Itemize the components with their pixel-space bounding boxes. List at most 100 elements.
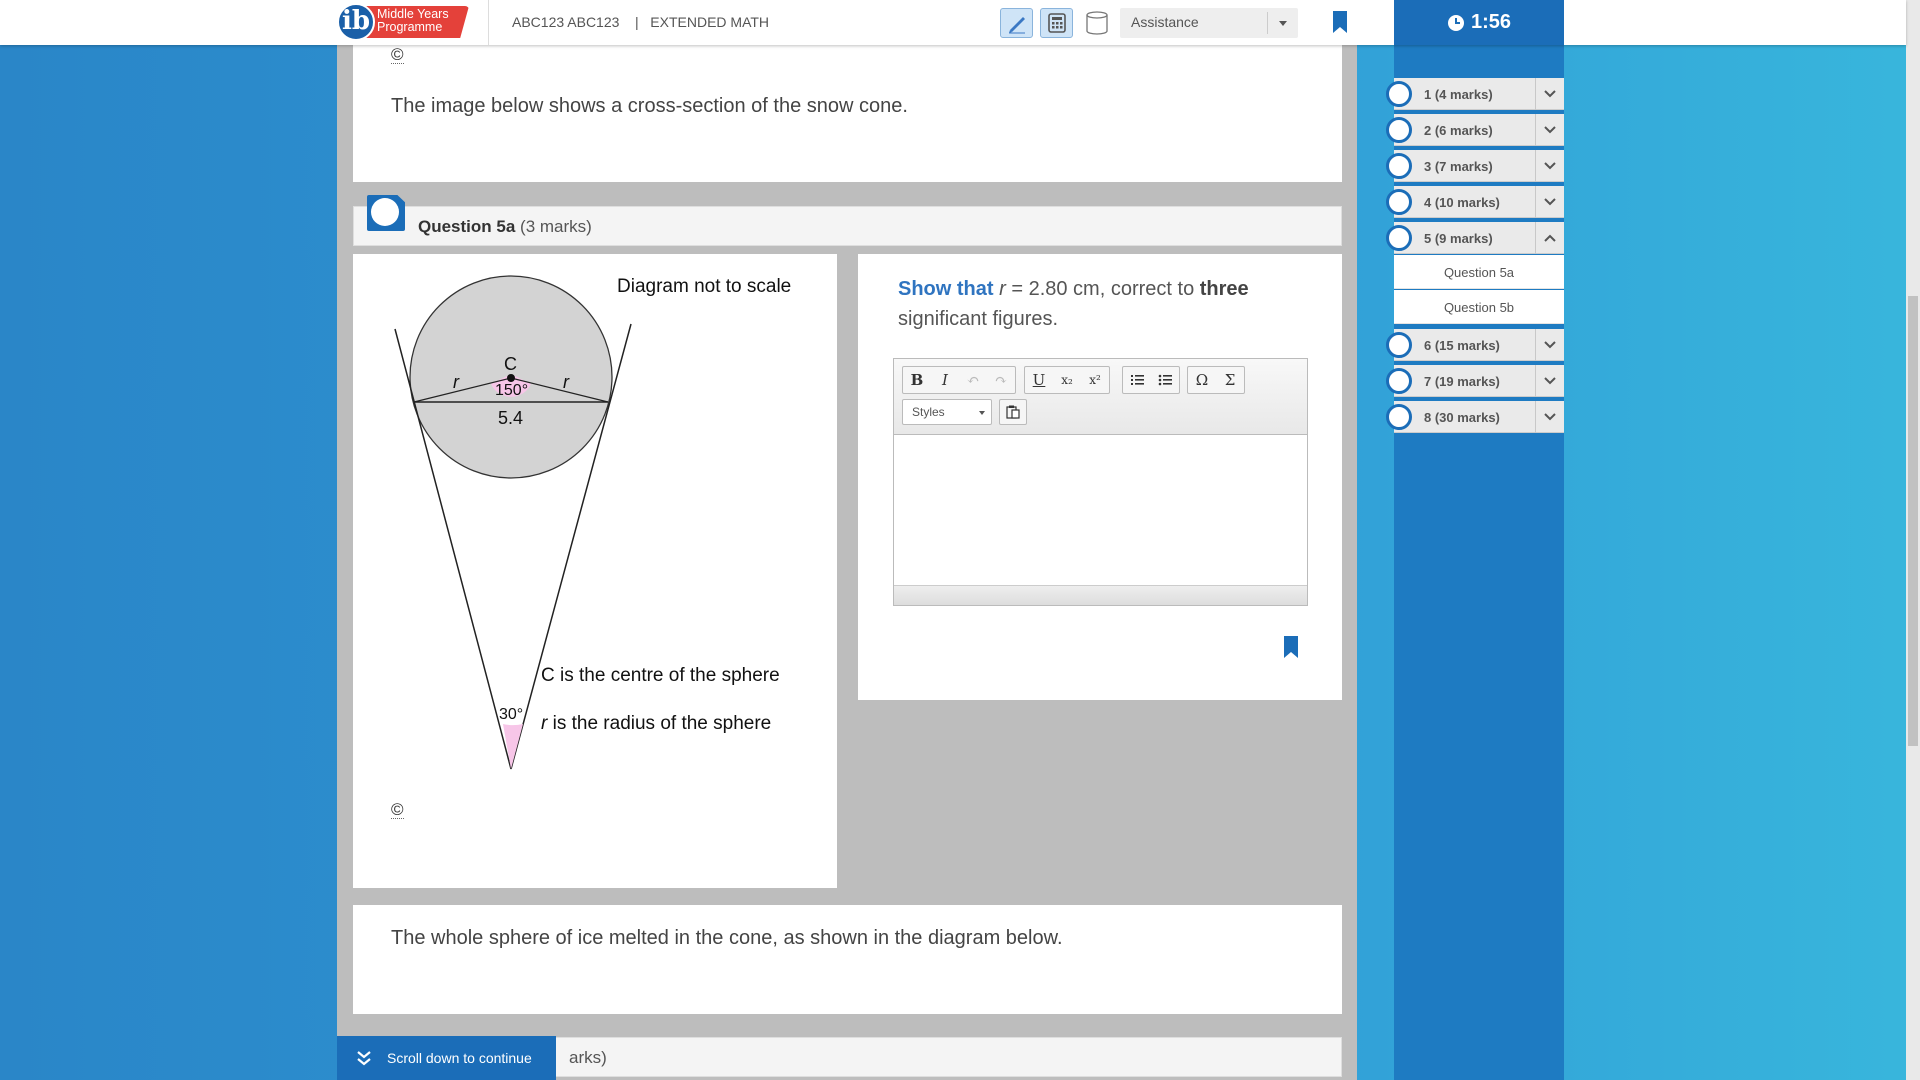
undo-button[interactable]: ↶	[959, 367, 987, 393]
radius-label-right: r	[563, 372, 570, 392]
question-title: Question 5a	[418, 217, 516, 236]
intro-card: © The image below shows a cross-section …	[353, 45, 1342, 182]
nav-question-1[interactable]: 1 (4 marks)	[1386, 78, 1564, 110]
status-circle-icon	[1386, 332, 1412, 358]
pen-icon	[1008, 17, 1025, 34]
bulleted-list-icon	[1158, 374, 1172, 386]
status-circle-icon	[1386, 117, 1412, 143]
nav-question-6[interactable]: 6 (15 marks)	[1386, 329, 1564, 361]
answer-text-area[interactable]	[894, 435, 1307, 585]
scrollbar-thumb[interactable]	[1908, 296, 1918, 746]
exam-timer: 1:56	[1394, 0, 1564, 45]
chevron-down-icon[interactable]	[1535, 114, 1564, 146]
nav-subquestion-5b[interactable]: Question 5b	[1394, 290, 1564, 324]
bookmark-icon	[1284, 636, 1298, 658]
answer-editor: B I ↶ ↷ U x₂ x² Ω Σ Styles	[893, 358, 1308, 606]
header-divider	[488, 0, 489, 45]
question-prompt: Show that r = 2.80 cm, correct to three …	[898, 278, 1249, 330]
chevron-down-icon[interactable]	[1535, 186, 1564, 218]
snow-cone-diagram: Diagram not to scale C r r 150° 5.4 30° …	[394, 275, 791, 770]
next-question-marks: arks)	[569, 1048, 607, 1067]
styles-dropdown[interactable]: Styles	[902, 399, 992, 425]
underline-button[interactable]: U	[1025, 367, 1053, 393]
chevron-down-icon	[979, 411, 985, 415]
question-bookmark-button[interactable]	[1284, 636, 1298, 663]
logo-text: Middle Years Programme	[377, 7, 449, 34]
nav-question-7[interactable]: 7 (19 marks)	[1386, 365, 1564, 397]
status-circle-icon	[1386, 368, 1412, 394]
timer-value: 1:56	[1470, 11, 1512, 33]
copyright-link[interactable]: ©	[391, 46, 404, 64]
page-scrollbar[interactable]	[1906, 0, 1920, 1080]
formula-booklet-icon	[1085, 11, 1108, 35]
bold-button[interactable]: B	[903, 367, 931, 393]
pen-tool-button[interactable]	[1000, 8, 1033, 38]
chevron-down-icon[interactable]	[1535, 78, 1564, 110]
title-separator: |	[634, 14, 639, 30]
legend-radius: r is the radius of the sphere	[541, 713, 771, 734]
formula-booklet-button[interactable]	[1080, 8, 1113, 38]
numbered-list-icon	[1131, 375, 1144, 385]
diagram-card: Diagram not to scale C r r 150° 5.4 30° …	[353, 254, 837, 888]
status-circle-icon	[1386, 81, 1412, 107]
status-circle-icon	[1386, 404, 1412, 430]
chevron-down-icon[interactable]	[1535, 401, 1564, 433]
calculator-icon	[1047, 13, 1066, 33]
italic-button[interactable]: I	[931, 367, 959, 393]
paste-icon	[1006, 405, 1020, 419]
chevron-down-icon	[1279, 21, 1287, 26]
redo-button[interactable]: ↷	[987, 367, 1015, 393]
nav-subquestion-5a[interactable]: Question 5a	[1394, 255, 1564, 289]
double-chevron-down-icon	[357, 1051, 371, 1066]
bookmark-icon	[1333, 11, 1347, 33]
radius-label-left: r	[453, 372, 460, 392]
candidate-name: ABC123 ABC123	[512, 14, 620, 30]
nav-question-8[interactable]: 8 (30 marks)	[1386, 401, 1564, 433]
nav-question-2[interactable]: 2 (6 marks)	[1386, 114, 1564, 146]
status-circle-icon	[1386, 189, 1412, 215]
calculator-button[interactable]	[1040, 8, 1073, 38]
header-bookmark-button[interactable]	[1333, 11, 1347, 38]
melt-text: The whole sphere of ice melted in the co…	[391, 927, 1063, 949]
math-formula-button[interactable]: Σ	[1216, 367, 1244, 393]
subscript-button[interactable]: x₂	[1053, 367, 1081, 393]
question-status-icon[interactable]	[367, 195, 405, 231]
centre-angle-label: 150°	[495, 382, 528, 399]
numbered-list-button[interactable]	[1123, 367, 1151, 393]
status-circle-icon	[1386, 225, 1412, 251]
assistance-dropdown[interactable]: Assistance	[1120, 8, 1298, 38]
styles-label: Styles	[912, 405, 945, 419]
intro-text: The image below shows a cross-section of…	[391, 95, 908, 117]
melt-info-card: The whole sphere of ice melted in the co…	[353, 905, 1342, 1014]
status-circle-icon	[1386, 153, 1412, 179]
editor-toolbar: B I ↶ ↷ U x₂ x² Ω Σ Styles	[894, 359, 1307, 435]
nav-question-5[interactable]: 5 (9 marks)	[1386, 222, 1564, 254]
apex-angle-label: 30°	[499, 706, 523, 723]
bulleted-list-button[interactable]	[1151, 367, 1179, 393]
question-header: Question 5a (3 marks)	[353, 206, 1342, 246]
diagram-note: Diagram not to scale	[617, 276, 791, 297]
chevron-down-icon[interactable]	[1535, 150, 1564, 182]
ib-myp-logo: Middle Years Programme ib	[337, 3, 469, 41]
nav-question-3[interactable]: 3 (7 marks)	[1386, 150, 1564, 182]
chord-length-label: 5.4	[498, 408, 523, 428]
special-character-button[interactable]: Ω	[1188, 367, 1216, 393]
centre-point	[507, 374, 515, 382]
paste-from-word-button[interactable]	[1000, 400, 1026, 424]
chevron-down-icon[interactable]	[1535, 329, 1564, 361]
chevron-down-icon[interactable]	[1535, 365, 1564, 397]
question-marks: (3 marks)	[520, 217, 592, 236]
assistance-label: Assistance	[1131, 14, 1199, 30]
legend-centre: C is the centre of the sphere	[541, 665, 780, 686]
ib-logo-icon: ib	[337, 3, 375, 41]
scroll-label: Scroll down to continue	[387, 1050, 532, 1066]
top-bar: Middle Years Programme ib ABC123 ABC123 …	[0, 0, 1906, 45]
superscript-button[interactable]: x²	[1081, 367, 1109, 393]
diagram-copyright-link[interactable]: ©	[391, 801, 404, 819]
editor-status-bar	[894, 585, 1307, 605]
clock-icon	[1447, 14, 1464, 31]
nav-question-4[interactable]: 4 (10 marks)	[1386, 186, 1564, 218]
chevron-up-icon[interactable]	[1535, 222, 1564, 254]
subject-name: EXTENDED MATH	[650, 14, 770, 30]
scroll-down-button[interactable]: Scroll down to continue	[337, 1036, 556, 1080]
